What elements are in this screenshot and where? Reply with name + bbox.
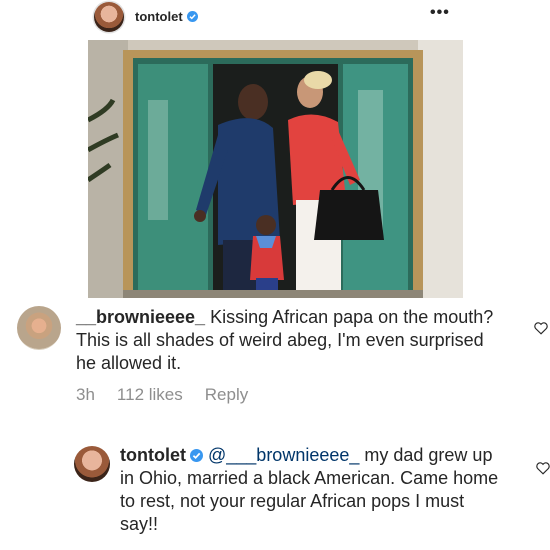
post-header: tontolet ••• <box>0 0 550 36</box>
comment-text: __brownieeee_ Kissing African papa on th… <box>76 306 496 375</box>
heart-icon[interactable] <box>536 462 550 475</box>
comment-item: tontolet @___brownieeee_ my dad grew up … <box>0 438 550 548</box>
reply-button[interactable]: Reply <box>205 385 248 404</box>
post-photo-illustration <box>88 40 463 298</box>
comment-likes[interactable]: 112 likes <box>117 385 183 404</box>
comment-mention[interactable]: @___brownieeee_ <box>208 445 359 465</box>
avatar[interactable] <box>17 306 61 350</box>
verified-icon <box>186 11 198 22</box>
post-photo[interactable] <box>88 40 463 298</box>
comment-meta: 3h 112 likes Reply <box>76 385 270 405</box>
comment-username[interactable]: tontolet <box>120 445 186 465</box>
avatar[interactable] <box>94 2 124 32</box>
avatar[interactable] <box>74 446 110 482</box>
comment-time: 3h <box>76 385 95 404</box>
verified-icon <box>189 449 203 462</box>
comment-username[interactable]: __brownieeee_ <box>76 307 205 327</box>
more-icon[interactable]: ••• <box>430 4 450 22</box>
post-username[interactable]: tontolet <box>135 9 198 24</box>
comment-text: tontolet @___brownieeee_ my dad grew up … <box>120 444 500 536</box>
comment-item: __brownieeee_ Kissing African papa on th… <box>0 300 550 410</box>
post-username-label[interactable]: tontolet <box>135 9 183 24</box>
heart-icon[interactable] <box>534 322 548 335</box>
